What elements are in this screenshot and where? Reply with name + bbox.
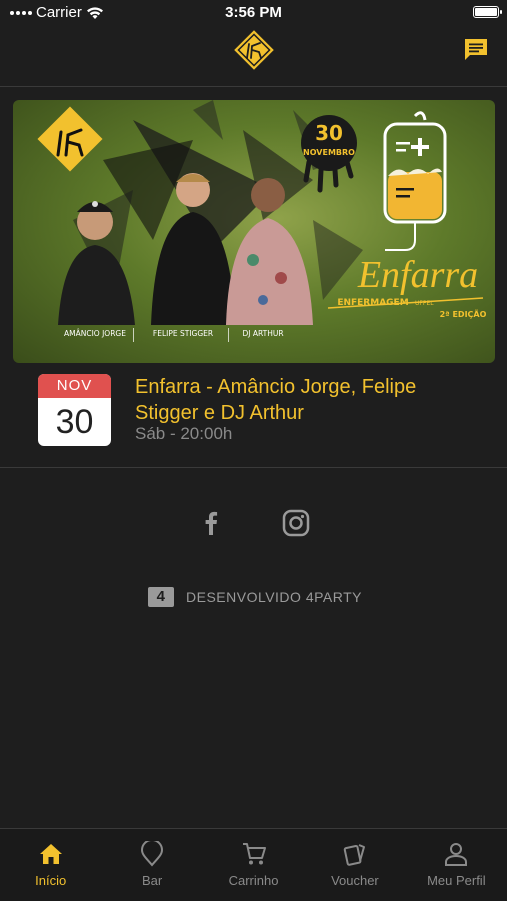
user-icon [445, 843, 468, 866]
event-title: Enfarra - Amâncio Jorge, Felipe Stigger … [135, 376, 417, 424]
event-list-item[interactable]: NOV 30 Enfarra - Amâncio Jorge, Felipe S… [0, 370, 507, 468]
cart-icon [242, 843, 266, 865]
bottom-tab-bar: Início Bar Carrinho Voucher Meu Perfil [0, 828, 507, 901]
banner-edition: 2ª EDIÇÃO [440, 309, 487, 319]
banner-artwork: 30 NOVEMBRO Enfarra ENFERMAGEM UFPEL 2ª … [37, 100, 487, 342]
tab-voucher[interactable]: Voucher [304, 829, 405, 901]
tab-carrinho[interactable]: Carrinho [203, 829, 304, 901]
event-date-badge: NOV 30 [38, 374, 111, 446]
banner-artist-name-3: DJ ARTHUR [242, 329, 283, 338]
battery-icon [473, 6, 502, 18]
tab-label: Início [35, 873, 67, 888]
event-date-day: 30 [55, 403, 94, 441]
banner-logo [37, 106, 103, 172]
tab-inicio[interactable]: Início [0, 829, 101, 901]
tab-label: Bar [141, 873, 163, 888]
home-icon [39, 844, 62, 864]
tab-label: Carrinho [228, 873, 279, 888]
tab-meu-perfil[interactable]: Meu Perfil [406, 829, 507, 901]
clock: 3:56 PM [225, 4, 282, 21]
status-bar: Carrier 3:56 PM [0, 0, 507, 26]
ticket-icon [343, 844, 365, 866]
instagram-icon[interactable] [281, 508, 311, 538]
banner-artist-name-2: FELIPE STIGGER [153, 329, 213, 338]
tab-bar-menu[interactable]: Bar [101, 829, 202, 901]
event-time: Sáb - 20:00h [135, 424, 233, 443]
tab-label: Voucher [331, 873, 379, 888]
tab-label: Meu Perfil [427, 873, 486, 888]
banner-date-day: 30 [315, 121, 343, 145]
facebook-icon[interactable] [196, 508, 226, 538]
developer-credit-text: DESENVOLVIDO 4PARTY [186, 589, 362, 605]
tag-icon [141, 841, 164, 867]
chat-icon[interactable] [462, 36, 490, 64]
developer-badge: 4 [148, 587, 174, 607]
event-date-month: NOV [38, 374, 111, 398]
app-header [0, 26, 507, 87]
banner-artist-name-1: AMÂNCIO JORGE [64, 329, 126, 338]
banner-date-month: NOVEMBRO [303, 148, 355, 157]
app-logo[interactable] [234, 30, 274, 70]
banner-event-name: Enfarra [357, 254, 478, 296]
event-banner[interactable]: 30 NOVEMBRO Enfarra ENFERMAGEM UFPEL 2ª … [13, 100, 495, 363]
iv-bag-illustration [383, 111, 447, 251]
developer-credit: 4 DESENVOLVIDO 4PARTY [148, 587, 362, 607]
